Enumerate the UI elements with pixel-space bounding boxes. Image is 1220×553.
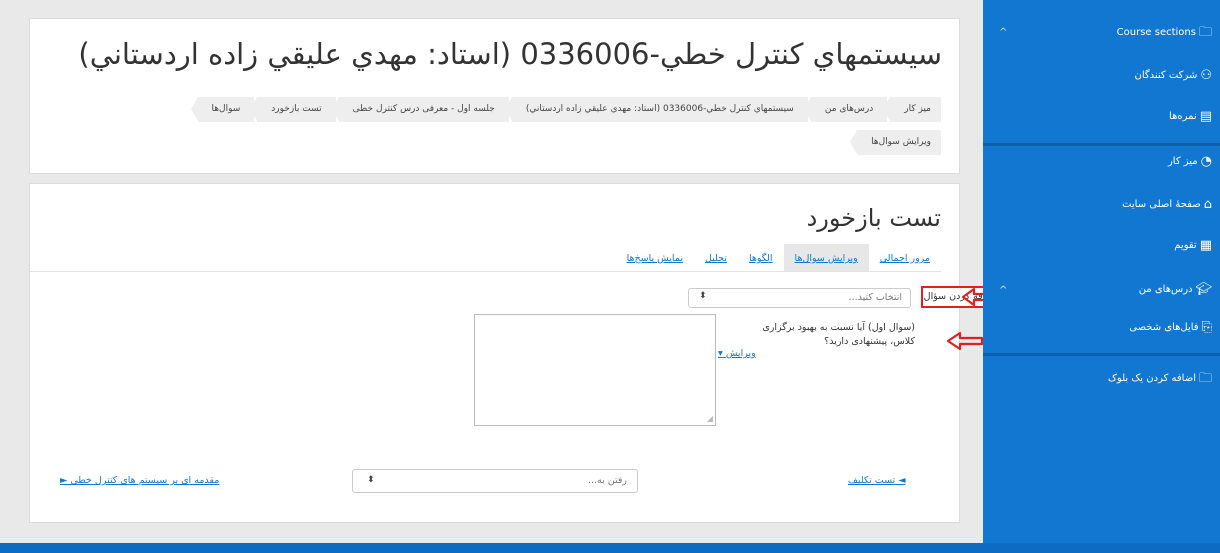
breadcrumb-item-my-courses[interactable]: درس‌های من [803,97,888,122]
users-icon: ⚇ [1200,68,1212,83]
sidebar-item-label: تقویم [1174,240,1197,251]
prev-activity-link[interactable]: ◄ تست تکلیف [848,475,906,486]
quiz-title: تست بازخورد [806,204,941,232]
collapse-chevron-icon[interactable]: ^ [999,27,1007,38]
add-question-placeholder: انتخاب کنید... [848,292,902,303]
sidebar-item-participants[interactable]: ⚇ شرکت کنندگان [1134,69,1212,82]
breadcrumb-item-questions[interactable]: سوال‌ها [190,97,255,122]
add-block-icon: 🗀 [1198,371,1212,386]
page-title: سيستمهاي كنترل خطي-0336006 (استاد: مهدي … [78,37,942,71]
sidebar-divider [983,143,1220,146]
tab-divider [30,271,941,272]
footer-bar [0,543,1220,553]
page-header: سيستمهاي كنترل خطي-0336006 (استاد: مهدي … [29,18,960,174]
jump-to-select[interactable]: رفتن به... ⬍ [352,469,638,493]
tab-edit-questions[interactable]: ویرایش سوال‌ها [783,244,869,271]
graduation-cap-icon: 🎓︎ [1195,282,1212,297]
sidebar-item-label: شرکت کنندگان [1134,70,1198,81]
sidebar-item-calendar[interactable]: ▦ تقویم [1174,239,1212,252]
grades-icon: ▤ [1199,109,1212,124]
tab-show-responses[interactable]: نمایش پاسخ‌ها [616,244,694,271]
sidebar-item-course-sections[interactable]: 🗀 Course sections [1117,26,1212,39]
main-area: سيستمهاي كنترل خطي-0336006 (استاد: مهدي … [0,0,999,553]
nav-drawer: ^ 🗀 Course sections ⚇ شرکت کنندگان ▤ نمر… [983,0,1220,553]
tab-templates[interactable]: الگوها [738,244,784,271]
sidebar-item-my-courses[interactable]: 🎓︎ درس‌های من [1139,283,1212,296]
breadcrumb: میز کار درس‌های من سيستمهاي كنترل خطي-03… [36,97,941,155]
edit-question-label: ویرایش [725,348,756,359]
sidebar-item-label: اضافه کردن یک بلوک [1107,373,1196,384]
collapse-chevron-icon[interactable]: ^ [999,285,1007,296]
next-activity-link[interactable]: مقدمه ای بر سیستم های کنترل خطی ► [60,475,219,486]
answer-textarea[interactable]: ◢ [474,314,716,426]
sidebar-item-dashboard[interactable]: ◔ میز کار [1168,155,1212,168]
dropdown-caret-icon: ▾ [718,348,723,359]
edit-question-link[interactable]: ویرایش ▾ [718,348,756,359]
breadcrumb-item-edit-questions: ویرایش سوال‌ها [850,130,941,155]
sidebar-item-add-block[interactable]: 🗀 اضافه کردن یک بلوک [1108,372,1212,385]
breadcrumb-item-quiz[interactable]: تست بازخورد [250,97,336,122]
sidebar-item-label: فایل‌های شخصی [1129,322,1199,333]
breadcrumb-item-dashboard[interactable]: میز کار [883,97,941,122]
sidebar-divider [983,353,1220,356]
sidebar-item-label: میز کار [1167,156,1198,167]
jump-to-placeholder: رفتن به... [587,475,627,486]
files-icon: ⎘ [1201,320,1212,335]
sidebar-item-label: صفحهٔ اصلی سایت [1122,199,1201,210]
sidebar-item-grades[interactable]: ▤ نمره‌ها [1169,110,1212,123]
tab-bar: مرور اجمالی ویرایش سوال‌ها الگوها تحلیل … [616,241,941,271]
folder-icon: 🗀 [1198,25,1212,40]
select-arrows-icon: ⬍ [699,291,707,301]
add-question-select[interactable]: انتخاب کنید... ⬍ [688,288,911,308]
sidebar-item-label: نمره‌ها [1169,111,1197,122]
sidebar-item-private-files[interactable]: ⎘ فایل‌های شخصی [1129,321,1212,334]
tab-overview[interactable]: مرور اجمالی [869,244,941,271]
calendar-icon: ▦ [1199,238,1212,253]
sidebar-item-label: Course sections [1116,27,1196,38]
dashboard-icon: ◔ [1200,154,1212,169]
resize-grip-icon[interactable]: ◢ [707,414,713,423]
sidebar-item-label: درس‌های من [1138,284,1193,295]
home-icon: ⌂ [1203,197,1212,212]
sidebar-item-site-home[interactable]: ⌂ صفحهٔ اصلی سایت [1122,198,1212,211]
breadcrumb-item-course[interactable]: سيستمهاي كنترل خطي-0336006 (استاد: مهدي … [504,97,808,122]
tab-analysis[interactable]: تحلیل [694,244,738,271]
annotation-arrow-icon [946,331,984,351]
select-arrows-icon: ⬍ [367,475,375,485]
question-text: (سوال اول) آیا نسبت به بهبود برگزاری کلا… [762,322,915,347]
breadcrumb-item-session[interactable]: جلسه اول - معرفی درس کنترل خطی [331,97,509,122]
